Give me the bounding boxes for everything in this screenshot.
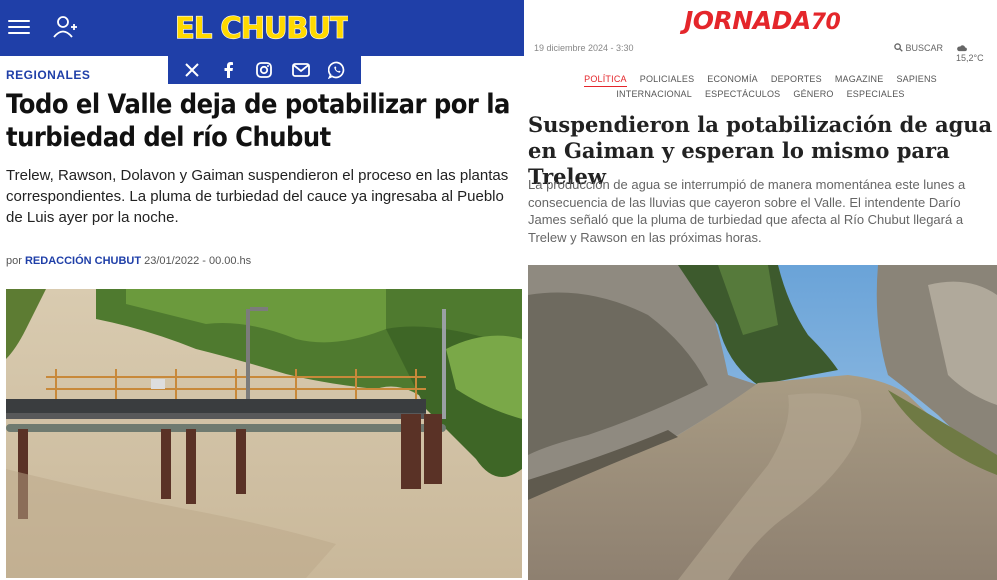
nav-row-1: POLÍTICA POLICIALES ECONOMÍA DEPORTES MAGAZI… — [524, 72, 997, 87]
byline-prefix: por — [6, 255, 22, 267]
cloud-icon — [957, 45, 967, 52]
article-summary: La producción de agua se interrumpió de … — [528, 177, 966, 245]
weather-widget: 15,2°C — [956, 43, 997, 63]
nav-item-economia[interactable]: ECONOMÍA — [707, 72, 758, 87]
x-icon[interactable] — [182, 60, 202, 80]
article-summary: Trelew, Rawson, Dolavon y Gaiman suspend… — [6, 167, 509, 226]
temperature: 15,2°C — [956, 53, 984, 63]
jornada-logo-text: JORNADA — [684, 6, 811, 35]
article-photo-river-channel — [528, 265, 997, 580]
article-headline: Todo el Valle deja de potabilizar por la… — [6, 89, 510, 153]
whatsapp-icon[interactable] — [327, 60, 347, 80]
byline: por REDACCIÓN CHUBUT 23/01/2022 - 00.00.… — [6, 255, 251, 267]
nav-item-especiales[interactable]: ESPECIALES — [847, 87, 905, 101]
nav-item-genero[interactable]: GÉNERO — [793, 87, 833, 101]
nav-item-deportes[interactable]: DEPORTES — [771, 72, 822, 87]
publish-date: 23/01/2022 - 00.00.hs — [144, 255, 252, 267]
facebook-icon[interactable] — [218, 60, 238, 80]
instagram-icon[interactable] — [254, 60, 274, 80]
current-date: 19 diciembre 2024 - 3:30 — [534, 43, 634, 53]
social-share-bar — [168, 56, 361, 84]
section-tag[interactable]: REGIONALES — [6, 68, 90, 82]
add-user-icon[interactable] — [52, 14, 78, 40]
hamburger-menu-icon[interactable] — [8, 16, 30, 38]
nav-item-politica[interactable]: POLÍTICA — [584, 72, 627, 87]
nav-item-espectaculos[interactable]: ESPECTÁCULOS — [705, 87, 780, 101]
nav-item-policiales[interactable]: POLICIALES — [640, 72, 695, 87]
section-nav: POLÍTICA POLICIALES ECONOMÍA DEPORTES MAGAZI… — [524, 72, 997, 101]
el-chubut-panel: EL CHUBUT REGIONALES Todo el Valle deja … — [0, 0, 524, 580]
nav-item-sapiens[interactable]: SAPIENS — [896, 72, 936, 87]
author-link[interactable]: REDACCIÓN CHUBUT — [25, 255, 141, 267]
nav-item-internacional[interactable]: INTERNACIONAL — [616, 87, 692, 101]
svg-text:EL CHUBUT: EL CHUBUT — [176, 11, 348, 44]
search-icon — [894, 43, 903, 52]
nav-row-2: INTERNACIONAL ESPECTÁCULOS GÉNERO ESPECIALE… — [524, 87, 997, 101]
search-button[interactable]: BUSCAR — [894, 43, 943, 53]
article-photo-water-plant — [6, 289, 522, 578]
mail-icon[interactable] — [291, 60, 311, 80]
nav-item-magazine[interactable]: MAGAZINE — [835, 72, 884, 87]
jornada-logo[interactable]: JORNADA70 — [684, 6, 841, 35]
site-header: EL CHUBUT — [0, 0, 524, 56]
search-label: BUSCAR — [905, 43, 944, 53]
jornada-panel: JORNADA70 19 diciembre 2024 - 3:30 BUSCA… — [524, 0, 997, 580]
el-chubut-logo[interactable]: EL CHUBUT — [176, 8, 348, 44]
jornada-logo-number: 70 — [810, 10, 841, 35]
